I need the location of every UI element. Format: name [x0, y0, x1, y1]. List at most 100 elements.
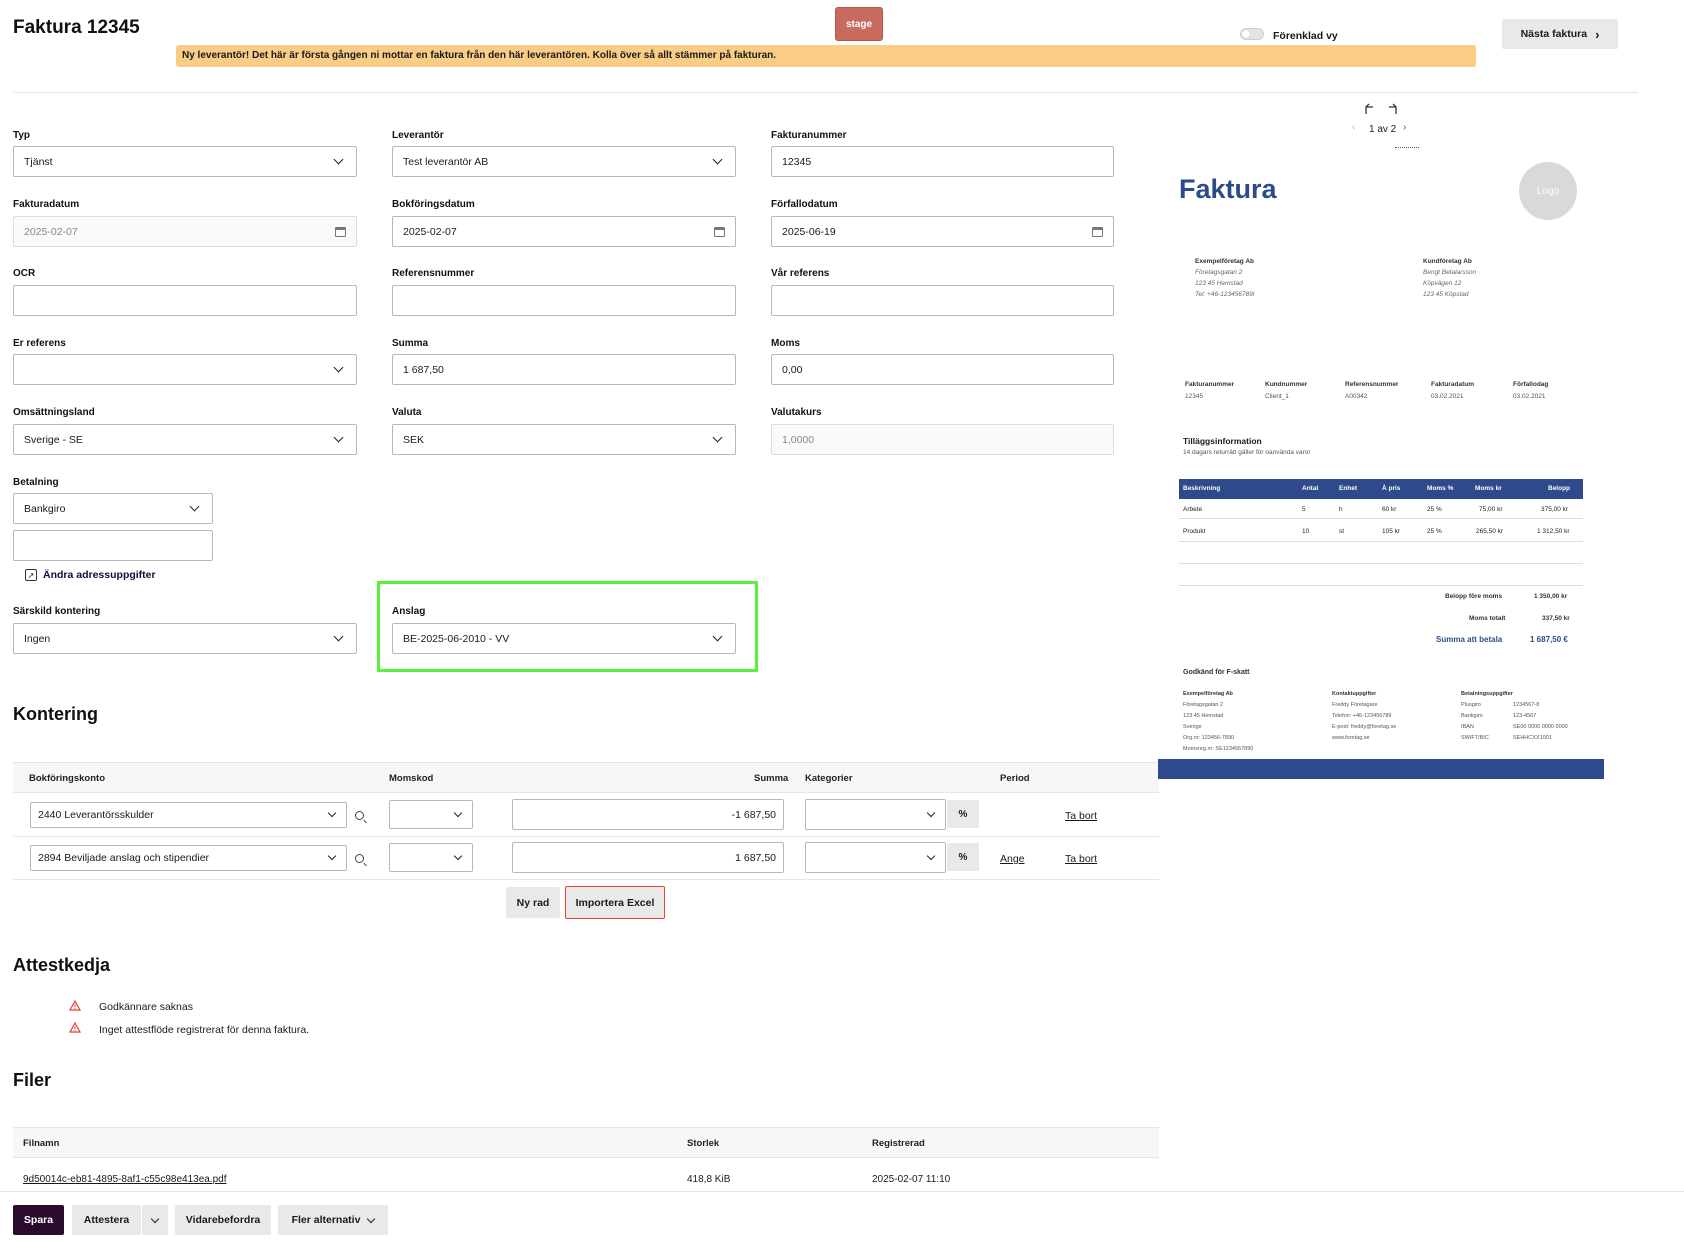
files-table-header — [13, 1127, 1159, 1158]
attest-dropdown-button[interactable] — [142, 1205, 168, 1235]
kontering-row-2-percent-button[interactable]: % — [947, 843, 979, 871]
moms-value: 0,00 — [782, 363, 803, 376]
next-invoice-button[interactable]: Nästa faktura › — [1502, 19, 1618, 49]
referensnummer-input[interactable] — [392, 285, 736, 316]
anslag-value: BE-2025-06-2010 - VV — [403, 632, 510, 645]
total-label: Summa att betala — [1436, 635, 1503, 644]
rotate-right-icon[interactable] — [1386, 102, 1400, 116]
footer-line: Betalningsuppgifter — [1461, 691, 1513, 697]
chevron-down-icon — [333, 631, 344, 642]
forward-button[interactable]: Vidarebefordra — [175, 1205, 271, 1235]
next-page-icon[interactable]: › — [1403, 122, 1406, 133]
sarskild-kontering-label: Särskild kontering — [13, 606, 101, 617]
preview-th: Belopp — [1548, 485, 1571, 492]
preview-td: h — [1339, 506, 1343, 513]
warning-no-approver: Godkännare saknas — [99, 1001, 193, 1013]
attest-button[interactable]: Attestera — [72, 1205, 141, 1235]
kontering-row-1-kategori-select[interactable] — [805, 799, 946, 830]
warning-no-flow: Inget attestflöde registrerat för denna … — [99, 1024, 310, 1036]
forfallodatum-input[interactable]: 2025-06-19 — [771, 216, 1114, 247]
save-button[interactable]: Spara — [13, 1205, 64, 1235]
omsattningsland-select[interactable]: Sverige - SE — [13, 424, 357, 455]
kontering-row-1-momskod-select[interactable] — [389, 800, 473, 829]
chevron-down-icon — [453, 851, 463, 860]
new-row-button[interactable]: Ny rad — [506, 887, 560, 918]
er-referens-label: Er referens — [13, 338, 66, 349]
bokforingsdatum-input[interactable]: 2025-02-07 — [392, 216, 736, 247]
moms-input[interactable]: 0,00 — [771, 354, 1114, 385]
total-label: Moms totalt — [1469, 615, 1506, 622]
leverantor-label: Leverantör — [392, 130, 444, 141]
preview-th: À pris — [1382, 485, 1401, 492]
leverantor-value: Test leverantör AB — [403, 155, 489, 168]
calendar-icon[interactable] — [1092, 226, 1103, 237]
kontering-row-2-summa-input[interactable]: 1 687,50 — [512, 842, 784, 873]
file-link[interactable]: 9d50014c-eb81-4895-8af1-c55c98e413ea.pdf — [23, 1174, 227, 1185]
seller-name: Exempelföretag Ab — [1195, 258, 1254, 265]
leverantor-select[interactable]: Test leverantör AB — [392, 146, 736, 177]
search-icon[interactable] — [355, 811, 364, 820]
footer-line: SE00 0000 0000 0000 — [1513, 724, 1568, 730]
betalning-account-input[interactable] — [13, 530, 213, 561]
betalning-select[interactable]: Bankgiro — [13, 493, 213, 524]
forfallodatum-value: 2025-06-19 — [782, 225, 836, 238]
fskatt-text: Godkänd för F-skatt — [1183, 669, 1250, 676]
preview-td: 25 % — [1427, 528, 1442, 535]
chevron-down-icon — [333, 154, 344, 165]
calendar-icon — [335, 226, 346, 237]
er-referens-select[interactable] — [13, 354, 357, 385]
preview-seller: Exempelföretag Ab Företagsgatan 2 123 45… — [1195, 256, 1254, 300]
prev-page-icon[interactable]: ‹ — [1352, 122, 1355, 133]
var-referens-input[interactable] — [771, 285, 1114, 316]
typ-value: Tjänst — [24, 155, 53, 168]
kontering-row-1-remove-link[interactable]: Ta bort — [1065, 810, 1097, 822]
typ-select[interactable]: Tjänst — [13, 146, 357, 177]
preview-td: Produkt — [1183, 528, 1206, 535]
change-address-link[interactable]: Ändra adressuppgifter — [43, 569, 156, 581]
kontering-row-2-kategori-select[interactable] — [805, 842, 946, 873]
valutakurs-input: 1,0000 — [771, 424, 1114, 455]
kontering-row-1-konto-select[interactable]: 2440 Leverantörsskulder — [30, 802, 347, 828]
kontering-row-1-summa-input[interactable]: -1 687,50 — [512, 799, 784, 830]
simplified-view-toggle[interactable] — [1240, 28, 1264, 40]
anslag-select[interactable]: BE-2025-06-2010 - VV — [392, 623, 736, 654]
seller-line: 123 45 Hemstad — [1195, 280, 1243, 287]
summa-label: Summa — [392, 338, 429, 349]
footer-line: www.foretag.se — [1332, 735, 1370, 741]
fakturadatum-value: 2025-02-07 — [24, 225, 78, 238]
kontering-row-2-remove-link[interactable]: Ta bort — [1065, 853, 1097, 865]
meta-label: Kundnummer — [1265, 381, 1308, 388]
page-underline — [1395, 147, 1419, 148]
valuta-select[interactable]: SEK — [392, 424, 736, 455]
search-icon[interactable] — [355, 854, 364, 863]
moms-label: Moms — [771, 338, 800, 349]
file-size: 418,8 KiB — [687, 1174, 731, 1185]
total-value: 337,50 kr — [1542, 615, 1570, 622]
extra-info-text: 14 dagars returrätt gäller för oanvända … — [1183, 449, 1311, 456]
kontering-row-2-period-link[interactable]: Ange — [1000, 853, 1025, 865]
chevron-down-icon — [327, 808, 337, 818]
betalning-value: Bankgiro — [24, 502, 66, 515]
kontering-row-2-momskod-select[interactable] — [389, 843, 473, 872]
more-options-button[interactable]: Fler alternativ — [278, 1205, 388, 1235]
preview-td: 105 kr — [1382, 528, 1401, 535]
sarskild-kontering-select[interactable]: Ingen — [13, 623, 357, 654]
preview-footer-bar — [1158, 759, 1604, 779]
fakturanummer-input[interactable]: 12345 — [771, 146, 1114, 177]
anslag-label: Anslag — [392, 606, 426, 617]
seller-line: Tel: +46-123456789l — [1195, 291, 1255, 298]
preview-th: Moms % — [1427, 485, 1454, 492]
kontering-row-2-konto-select[interactable]: 2894 Beviljade anslag och stipendier — [30, 845, 347, 871]
ocr-input[interactable] — [13, 285, 357, 316]
chevron-down-icon — [189, 501, 200, 512]
row-divider — [13, 879, 1159, 880]
summa-input[interactable]: 1 687,50 — [392, 354, 736, 385]
import-excel-button[interactable]: Importera Excel — [565, 886, 665, 919]
calendar-icon[interactable] — [714, 226, 725, 237]
total-value: 1 350,00 kr — [1534, 593, 1568, 600]
bokforingsdatum-value: 2025-02-07 — [403, 225, 457, 238]
rotate-left-icon[interactable] — [1362, 102, 1376, 116]
meta-value: A00342 — [1345, 393, 1368, 400]
preview-buyer: Kundföretag Ab Bengt Betalarsson Köpväge… — [1423, 256, 1476, 300]
kontering-row-1-percent-button[interactable]: % — [947, 800, 979, 828]
